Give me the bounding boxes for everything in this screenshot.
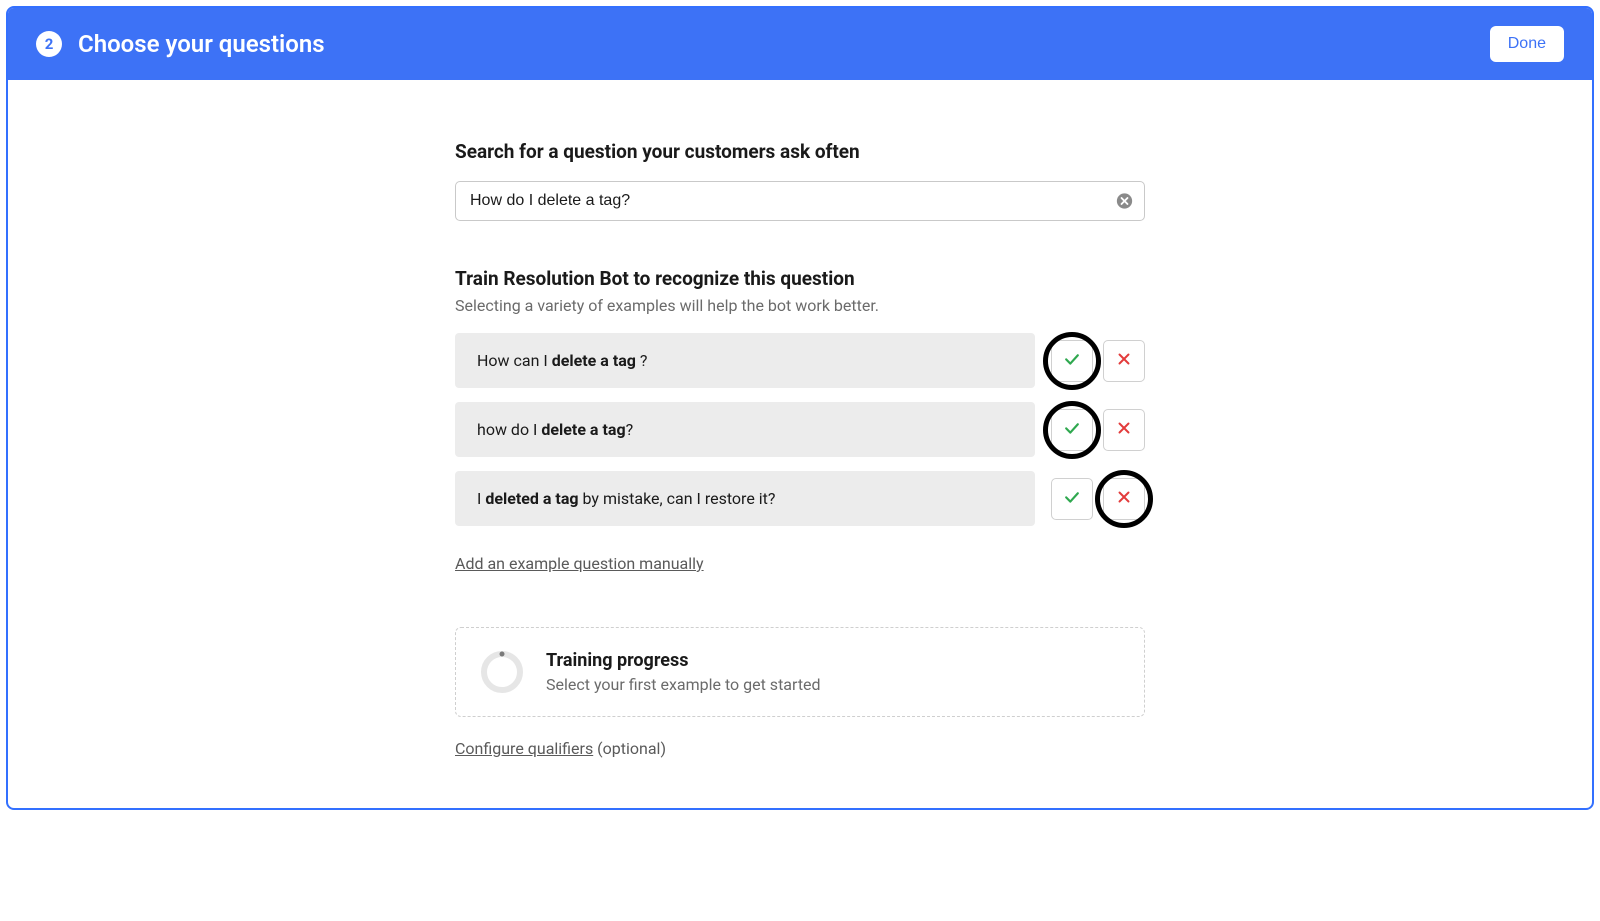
example-row: How can I delete a tag ? bbox=[455, 333, 1145, 388]
accept-example-button[interactable] bbox=[1051, 409, 1093, 451]
check-icon bbox=[1062, 418, 1082, 441]
configure-qualifiers-suffix: (optional) bbox=[593, 739, 666, 758]
example-action-buttons bbox=[1051, 402, 1145, 457]
train-section-subtitle: Selecting a variety of examples will hel… bbox=[455, 296, 1145, 315]
example-question-text: How can I delete a tag ? bbox=[455, 333, 1035, 388]
progress-subtitle: Select your first example to get started bbox=[546, 675, 821, 694]
panel-header: 2 Choose your questions Done bbox=[8, 8, 1592, 80]
panel-content: Search for a question your customers ask… bbox=[455, 80, 1145, 808]
progress-title: Training progress bbox=[546, 650, 821, 671]
search-field-label: Search for a question your customers ask… bbox=[455, 140, 1145, 163]
example-action-buttons bbox=[1051, 471, 1145, 526]
header-left: 2 Choose your questions bbox=[36, 30, 325, 58]
check-icon bbox=[1062, 349, 1082, 372]
page-title: Choose your questions bbox=[78, 30, 325, 58]
accept-example-button[interactable] bbox=[1051, 478, 1093, 520]
reject-example-button[interactable] bbox=[1103, 478, 1145, 520]
accept-example-button[interactable] bbox=[1051, 340, 1093, 382]
example-row: I deleted a tag by mistake, can I restor… bbox=[455, 471, 1145, 526]
configure-qualifiers-row: Configure qualifiers (optional) bbox=[455, 739, 1145, 758]
search-input-wrap bbox=[455, 181, 1145, 221]
progress-ring-icon bbox=[480, 650, 524, 694]
train-section-title: Train Resolution Bot to recognize this q… bbox=[455, 267, 1145, 290]
x-icon bbox=[1115, 488, 1133, 509]
choose-questions-panel: 2 Choose your questions Done Search for … bbox=[6, 6, 1594, 810]
add-example-manually-link[interactable]: Add an example question manually bbox=[455, 554, 704, 573]
reject-example-button[interactable] bbox=[1103, 340, 1145, 382]
done-button[interactable]: Done bbox=[1490, 26, 1564, 62]
check-icon bbox=[1062, 487, 1082, 510]
reject-example-button[interactable] bbox=[1103, 409, 1145, 451]
clear-search-icon[interactable] bbox=[1116, 193, 1133, 210]
configure-qualifiers-link[interactable]: Configure qualifiers bbox=[455, 739, 593, 758]
example-question-text: I deleted a tag by mistake, can I restor… bbox=[455, 471, 1035, 526]
x-icon bbox=[1115, 419, 1133, 440]
example-action-buttons bbox=[1051, 333, 1145, 388]
x-icon bbox=[1115, 350, 1133, 371]
examples-list: How can I delete a tag ? how do I delete … bbox=[455, 333, 1145, 526]
progress-text: Training progress Select your first exam… bbox=[546, 650, 821, 694]
example-row: how do I delete a tag? bbox=[455, 402, 1145, 457]
step-number-badge: 2 bbox=[36, 31, 62, 57]
training-progress-box: Training progress Select your first exam… bbox=[455, 627, 1145, 717]
example-question-text: how do I delete a tag? bbox=[455, 402, 1035, 457]
search-question-input[interactable] bbox=[455, 181, 1145, 221]
